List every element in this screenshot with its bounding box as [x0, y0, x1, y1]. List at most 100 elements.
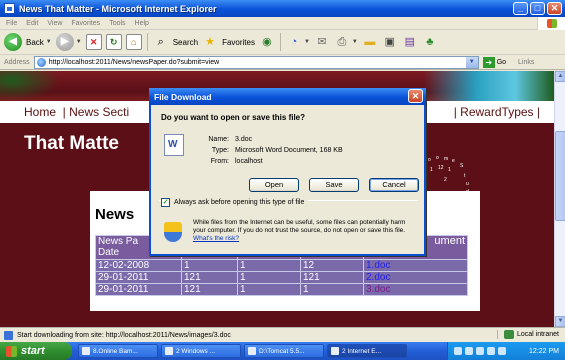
vertical-scrollbar[interactable]: ▲ ▼	[554, 71, 565, 327]
file-type: Microsoft Word Document, 168 KB	[235, 147, 343, 154]
task-button[interactable]: 8.Online Bam...	[78, 344, 158, 358]
ie-task-icon	[331, 347, 339, 355]
research-icon[interactable]: ▤	[402, 34, 418, 50]
task-button[interactable]: 2 Windows ...	[161, 344, 241, 358]
tray-network-icon[interactable]	[454, 347, 462, 355]
print-icon[interactable]: ⎙	[334, 34, 350, 50]
address-url[interactable]: http://localhost:2011/News/newsPaper.do?…	[49, 59, 220, 66]
panel-title: News	[95, 206, 135, 223]
scroll-up-icon[interactable]: ▲	[555, 71, 565, 82]
forward-arrow-icon[interactable]: ▶	[55, 33, 74, 51]
save-button[interactable]: Save	[309, 178, 359, 192]
menu-favorites[interactable]: Favorites	[71, 20, 100, 27]
task-label: 2 Internet E...	[342, 347, 382, 355]
address-input[interactable]: http://localhost:2011/News/newsPaper.do?…	[33, 55, 479, 69]
checkbox-label[interactable]: Always ask before opening this type of f…	[174, 199, 304, 206]
messenger-icon[interactable]: ▣	[382, 34, 398, 50]
links-button[interactable]: Links	[518, 59, 534, 66]
status-bar: Start downloading from site: http://loca…	[0, 327, 565, 342]
folder-icon	[165, 347, 173, 355]
tray-messenger-icon[interactable]	[487, 347, 495, 355]
checkbox-checked-icon[interactable]: ✓	[161, 198, 170, 207]
taskbar: start 8.Online Bam... 2 Windows ... D:\T…	[0, 342, 565, 360]
task-label: D:\Tomcat 5.5...	[259, 347, 305, 355]
address-label: Address	[4, 58, 30, 66]
menu-tools[interactable]: Tools	[109, 20, 125, 27]
dialog-title[interactable]: File Download	[149, 88, 426, 105]
ie-window: News That Matter - Microsoft Internet Ex…	[0, 0, 565, 360]
cell: 121	[300, 271, 364, 284]
go-button[interactable]: ➔ Go	[482, 56, 506, 68]
doc-link[interactable]: 1.doc	[366, 260, 390, 271]
refresh-icon[interactable]: ↻	[105, 34, 122, 50]
history-dropdown-icon[interactable]: ▼	[304, 39, 310, 45]
menu-edit[interactable]: Edit	[26, 20, 38, 27]
cell-date: 29-01-2011	[95, 271, 182, 284]
forward-dropdown-icon[interactable]: ▼	[76, 39, 82, 45]
toolbar-separator	[146, 33, 148, 51]
home-icon[interactable]: ⌂	[125, 34, 142, 50]
nav-links-right[interactable]: | RewardTypes |	[454, 101, 540, 123]
tray-update-icon[interactable]	[498, 347, 506, 355]
back-dropdown-icon[interactable]: ▼	[46, 39, 52, 45]
table-row: 29-01-2011 121 1 1 3.doc	[95, 283, 468, 296]
always-ask-checkbox[interactable]: ✓ Always ask before opening this type of…	[161, 198, 309, 207]
task-label: 8.Online Bam...	[93, 347, 138, 355]
doc-link[interactable]: 2.doc	[366, 272, 390, 283]
task-button[interactable]: D:\Tomcat 5.5...	[244, 344, 324, 358]
menu-bar: File Edit View Favorites Tools Help	[0, 17, 565, 30]
search-icon[interactable]: ⌕	[153, 34, 169, 50]
print-dropdown-icon[interactable]: ▼	[352, 39, 358, 45]
address-dropdown-icon[interactable]: ▼	[465, 56, 478, 68]
doc-link[interactable]: 3.doc	[366, 284, 390, 295]
back-arrow-icon[interactable]: ◀	[4, 33, 22, 51]
scroll-down-icon[interactable]: ▼	[555, 316, 565, 327]
palm-tree-image	[0, 71, 60, 101]
task-buttons: 8.Online Bam... 2 Windows ... D:\Tomcat …	[78, 344, 407, 358]
folder-icon[interactable]: ▬	[362, 34, 378, 50]
task-button[interactable]: 2 Internet E...	[327, 344, 407, 358]
menu-help[interactable]: Help	[135, 20, 149, 27]
menu-view[interactable]: View	[47, 20, 62, 27]
stop-icon[interactable]: ✕	[85, 34, 102, 50]
site-title: That Matte	[24, 133, 119, 154]
cell-date: 29-01-2011	[95, 283, 182, 296]
menu-file[interactable]: File	[6, 20, 17, 27]
media-icon[interactable]: ◉	[259, 34, 275, 50]
cell-doc: 2.doc	[363, 271, 468, 284]
beach-image	[424, 71, 554, 101]
windows-logo-icon	[537, 17, 565, 30]
whats-the-risk-link[interactable]: What's the risk?	[193, 235, 239, 242]
minimize-button[interactable]: _	[513, 2, 528, 15]
scroll-thumb[interactable]	[555, 131, 565, 221]
type-label: Type:	[211, 147, 229, 154]
cancel-button[interactable]: Cancel	[369, 178, 419, 192]
tray-volume-icon[interactable]	[465, 347, 473, 355]
nav-links-left[interactable]: Home | News Secti	[24, 105, 129, 119]
security-shield-icon	[164, 222, 182, 242]
search-button-label[interactable]: Search	[173, 38, 198, 47]
favorites-star-icon[interactable]: ★	[202, 34, 218, 50]
intranet-icon	[503, 330, 514, 339]
name-label: Name:	[208, 136, 229, 143]
title-bar[interactable]: News That Matter - Microsoft Internet Ex…	[0, 0, 565, 17]
page-ie-icon	[36, 57, 46, 67]
dialog-close-button[interactable]: ✕	[408, 89, 423, 103]
table-row: 12-02-2008 1 1 12 1.doc	[95, 259, 468, 272]
download-status-icon	[4, 330, 13, 340]
file-download-dialog: File Download ✕ Do you want to open or s…	[149, 88, 426, 256]
mail-icon[interactable]: ✉	[314, 34, 330, 50]
open-button[interactable]: Open	[249, 178, 299, 192]
close-button[interactable]: ✕	[547, 2, 562, 15]
tray-security-icon[interactable]	[476, 347, 484, 355]
maximize-button[interactable]: □	[530, 2, 545, 15]
cell-doc: 3.doc	[363, 283, 468, 296]
security-zone: Local intranet	[496, 330, 559, 339]
favorites-button-label[interactable]: Favorites	[222, 38, 255, 47]
clock[interactable]: 12:22 PM	[529, 348, 559, 355]
back-button-label[interactable]: Back	[26, 38, 44, 47]
standard-toolbar: ◀ Back ▼ ▶ ▼ ✕ ↻ ⌂ ⌕ Search ★ Favorites …	[0, 30, 565, 55]
discuss-icon[interactable]: ♣	[422, 34, 438, 50]
history-icon[interactable]: ◔	[286, 34, 302, 50]
start-button[interactable]: start	[0, 342, 72, 360]
